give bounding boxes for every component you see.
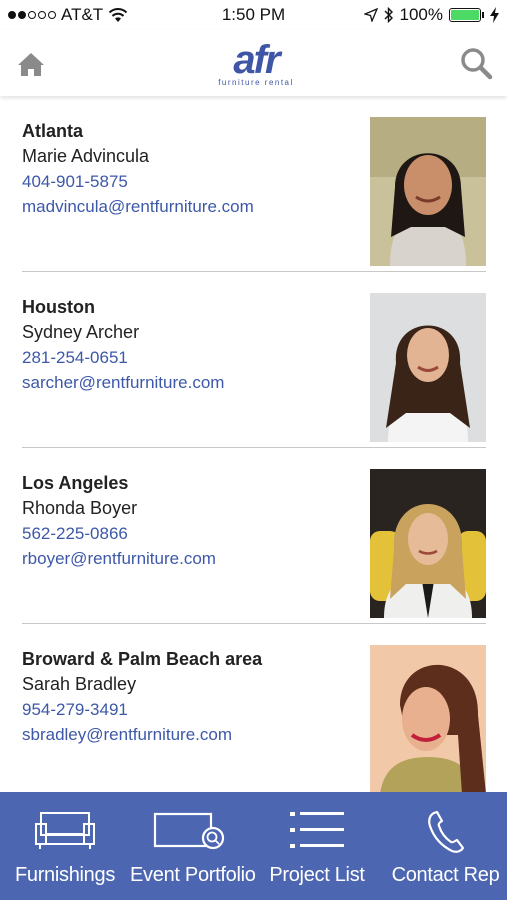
battery-icon — [449, 8, 484, 22]
home-button[interactable] — [16, 50, 46, 78]
contact-email-link[interactable]: madvincula@rentfurniture.com — [22, 194, 362, 219]
nav-contact-rep-label: Contact Rep — [391, 864, 500, 886]
contact-card: Los Angeles Rhonda Boyer 562-225-0866 rb… — [22, 448, 486, 624]
contact-email-link[interactable]: rboyer@rentfurniture.com — [22, 546, 362, 571]
nav-event-portfolio-label: Event Portfolio — [130, 864, 256, 886]
search-icon — [461, 48, 493, 80]
search-button[interactable] — [459, 46, 493, 80]
contact-photo — [370, 469, 486, 618]
contact-city: Atlanta — [22, 121, 84, 141]
contact-name: Rhonda Boyer — [22, 498, 138, 518]
app-header: afr furniture rental — [0, 30, 507, 96]
contact-card: Atlanta Marie Advincula 404-901-5875 mad… — [22, 96, 486, 272]
phone-icon — [427, 810, 464, 853]
status-right: 100% — [363, 5, 499, 25]
contact-phone-link[interactable]: 281-254-0651 — [22, 345, 362, 370]
logo-mark: afr — [233, 38, 280, 82]
charging-bolt-icon — [490, 7, 499, 23]
contact-phone-link[interactable]: 404-901-5875 — [22, 169, 362, 194]
contact-phone-link[interactable]: 954-279-3491 — [22, 697, 362, 722]
nav-furnishings[interactable]: Furnishings — [0, 792, 130, 900]
home-icon — [18, 53, 44, 76]
contact-name: Sydney Archer — [22, 322, 140, 342]
nav-contact-rep[interactable]: Contact Rep — [384, 792, 507, 900]
sofa-icon — [35, 812, 95, 849]
event-portfolio-icon — [153, 812, 225, 850]
afr-logo: afr furniture rental — [206, 40, 306, 92]
location-arrow-icon — [363, 8, 378, 22]
contact-photo — [370, 293, 486, 442]
bottom-nav: Furnishings Event Portfolio Project List… — [0, 792, 507, 900]
contact-photo — [370, 117, 486, 266]
logo-subtitle: furniture rental — [218, 78, 294, 87]
contact-email-link[interactable]: sarcher@rentfurniture.com — [22, 370, 362, 395]
contact-photo — [370, 645, 486, 794]
status-bar: AT&T 1:50 PM 100% — [0, 0, 507, 30]
contact-email-link[interactable]: sbradley@rentfurniture.com — [22, 722, 362, 747]
nav-event-portfolio[interactable]: Event Portfolio — [130, 792, 256, 900]
bluetooth-icon — [384, 7, 393, 23]
contact-city: Houston — [22, 297, 95, 317]
nav-furnishings-label: Furnishings — [14, 864, 116, 886]
list-icon — [290, 812, 344, 848]
nav-project-list[interactable]: Project List — [250, 792, 384, 900]
nav-project-list-label: Project List — [269, 864, 365, 886]
battery-percent: 100% — [399, 5, 443, 24]
contact-name: Marie Advincula — [22, 146, 150, 166]
contact-city: Broward & Palm Beach area — [22, 649, 263, 669]
contact-card: Houston Sydney Archer 281-254-0651 sarch… — [22, 272, 486, 448]
contact-city: Los Angeles — [22, 473, 129, 493]
contact-phone-link[interactable]: 562-225-0866 — [22, 521, 362, 546]
contact-list: Atlanta Marie Advincula 404-901-5875 mad… — [22, 96, 486, 799]
contact-card: Broward & Palm Beach area Sarah Bradley … — [22, 624, 486, 799]
contact-name: Sarah Bradley — [22, 674, 137, 694]
